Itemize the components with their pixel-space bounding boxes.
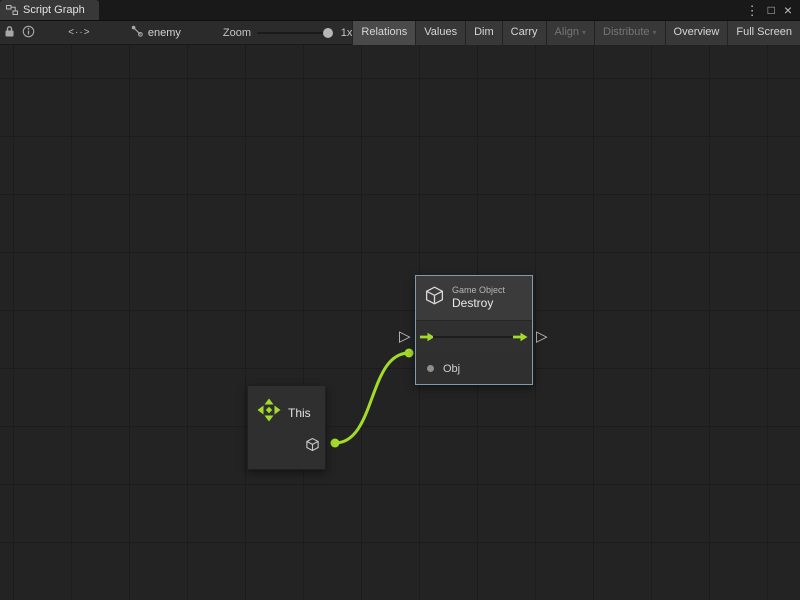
this-move-icon xyxy=(257,398,281,427)
carry-button[interactable]: Carry xyxy=(502,21,546,45)
titlebar-controls: ⋮ □ × xyxy=(746,0,800,20)
breadcrumb-label: enemy xyxy=(148,27,181,39)
align-button[interactable]: Align ▾ xyxy=(546,21,594,45)
flow-out-arrow-icon[interactable] xyxy=(513,332,528,342)
script-graph-icon xyxy=(6,4,18,16)
node-this[interactable]: This xyxy=(247,385,326,470)
values-button[interactable]: Values xyxy=(415,21,465,45)
breadcrumb[interactable]: enemy xyxy=(131,25,181,40)
toolbar-buttons: Relations Values Dim Carry Align ▾ Distr… xyxy=(352,21,800,45)
flow-line xyxy=(433,336,515,338)
dim-button[interactable]: Dim xyxy=(465,21,502,45)
this-output-port-cube-icon[interactable] xyxy=(305,437,320,452)
zoom-slider[interactable] xyxy=(257,21,333,45)
graph-inspector-toggle[interactable]: <··> xyxy=(64,21,95,45)
distribute-button[interactable]: Distribute ▾ xyxy=(594,21,664,45)
chevron-down-icon: ▾ xyxy=(582,21,586,44)
zoom-label: Zoom xyxy=(223,27,251,39)
node-destroy[interactable]: Game Object Destroy O xyxy=(415,275,533,385)
overview-label: Overview xyxy=(674,21,720,44)
values-label: Values xyxy=(424,21,457,44)
relations-button[interactable]: Relations xyxy=(352,21,415,45)
connection-wire xyxy=(0,45,800,600)
port-obj[interactable]: Obj xyxy=(416,353,532,384)
game-object-cube-icon xyxy=(424,285,445,311)
node-destroy-flow-row xyxy=(416,321,532,353)
graph-canvas[interactable]: ▷ ▷ Game Object Destroy xyxy=(0,45,800,600)
dim-label: Dim xyxy=(474,21,494,44)
info-icon xyxy=(22,25,35,41)
fullscreen-label: Full Screen xyxy=(736,21,792,44)
zoom-slider-track xyxy=(257,32,333,34)
distribute-label: Distribute xyxy=(603,21,649,44)
tab-script-graph[interactable]: Script Graph xyxy=(0,0,99,20)
close-icon[interactable]: × xyxy=(784,3,792,17)
script-graph-window: Script Graph ⋮ □ × xyxy=(0,0,800,600)
info-button[interactable] xyxy=(19,21,38,45)
window-menu-icon[interactable]: ⋮ xyxy=(746,4,759,17)
lock-icon xyxy=(4,25,15,41)
maximize-icon[interactable]: □ xyxy=(768,4,775,16)
node-category: Game Object xyxy=(452,285,505,296)
port-obj-dot-icon[interactable] xyxy=(427,365,434,372)
tab-label: Script Graph xyxy=(23,4,85,16)
titlebar: Script Graph ⋮ □ × xyxy=(0,0,800,21)
relations-label: Relations xyxy=(361,21,407,44)
port-obj-label: Obj xyxy=(443,363,460,375)
graph-toolbar: <··> enemy Zoom 1x Relations Values xyxy=(0,21,800,45)
node-destroy-titles: Game Object Destroy xyxy=(452,285,505,311)
node-title: Destroy xyxy=(452,296,505,311)
lock-button[interactable] xyxy=(0,21,19,45)
node-destroy-header[interactable]: Game Object Destroy xyxy=(416,276,532,321)
node-this-header: This xyxy=(248,386,325,427)
chevron-down-icon: ▾ xyxy=(653,21,657,44)
titlebar-spacer xyxy=(99,0,746,20)
fullscreen-button[interactable]: Full Screen xyxy=(727,21,800,45)
node-this-title: This xyxy=(288,406,311,420)
flow-input-port[interactable]: ▷ xyxy=(399,329,411,344)
zoom-value: 1x xyxy=(341,27,353,39)
graph-breadcrumb-icon xyxy=(131,25,143,40)
zoom-slider-thumb[interactable] xyxy=(323,28,333,38)
overview-button[interactable]: Overview xyxy=(665,21,728,45)
carry-label: Carry xyxy=(511,21,538,44)
flow-output-port[interactable]: ▷ xyxy=(536,329,548,344)
align-label: Align xyxy=(555,21,579,44)
